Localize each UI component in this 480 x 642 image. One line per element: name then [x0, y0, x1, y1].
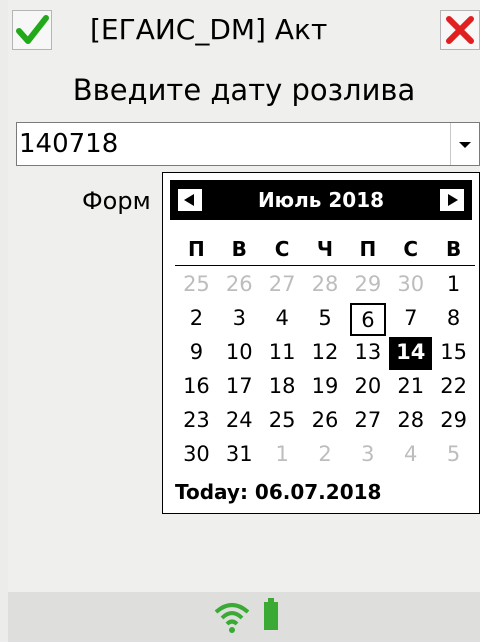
app-window: [ЕГАИС_DM] Акт Введите дату розлива 1407…: [8, 0, 480, 642]
close-button[interactable]: [440, 10, 480, 50]
calendar-day[interactable]: 3: [218, 303, 261, 336]
wifi-icon: [214, 603, 250, 633]
calendar-day[interactable]: 12: [304, 337, 347, 370]
weekday-label: Ч: [316, 237, 334, 261]
calendar-day[interactable]: 22: [432, 371, 475, 404]
calendar-day[interactable]: 30: [175, 439, 218, 472]
status-bar: [8, 592, 480, 642]
calendar-day[interactable]: 4: [261, 303, 304, 336]
calendar-day[interactable]: 26: [304, 405, 347, 438]
calendar-day[interactable]: 25: [175, 269, 218, 302]
calendar-week-row: 30 31 1 2 3 4 5: [175, 439, 475, 472]
today-link[interactable]: Today: 06.07.2018: [175, 477, 381, 507]
format-label: Форм: [82, 187, 151, 215]
battery-icon: [264, 598, 278, 630]
dropdown-arrow-button[interactable]: [450, 123, 479, 165]
calendar-day[interactable]: 2: [175, 303, 218, 336]
calendar-day[interactable]: 31: [218, 439, 261, 472]
calendar-day[interactable]: 16: [175, 371, 218, 404]
calendar-week-row: 9 10 11 12 13 14 15: [175, 337, 475, 370]
calendar-month-year[interactable]: Июль 2018: [170, 180, 472, 220]
close-icon: [446, 16, 474, 44]
weekday-header-row: ПВСЧПСВ: [175, 233, 475, 266]
checkmark-icon: [16, 15, 49, 44]
calendar-week-row: 2345678: [175, 303, 475, 336]
calendar-day[interactable]: 25: [261, 405, 304, 438]
calendar-day[interactable]: 2: [304, 439, 347, 472]
weekday-label: В: [445, 237, 462, 261]
date-prompt: Введите дату розлива: [72, 73, 416, 107]
ok-button[interactable]: [12, 10, 52, 50]
weekday-label: П: [359, 237, 377, 261]
next-month-button[interactable]: [440, 189, 464, 211]
calendar-day[interactable]: 24: [218, 405, 261, 438]
calendar-day[interactable]: 7: [389, 303, 432, 336]
calendar-day[interactable]: 18: [261, 371, 304, 404]
weekday-label: В: [231, 237, 247, 261]
date-combobox[interactable]: 140718: [16, 122, 480, 166]
calendar-day[interactable]: 5: [432, 439, 475, 472]
calendar-day[interactable]: 29: [346, 269, 389, 302]
calendar-day-selected[interactable]: 14: [389, 337, 433, 370]
calendar-day[interactable]: 23: [175, 405, 218, 438]
calendar-day[interactable]: 30: [389, 269, 432, 302]
weekday-label: С: [274, 237, 290, 261]
calendar-day[interactable]: 3: [346, 439, 389, 472]
prev-month-button[interactable]: [178, 189, 202, 211]
weekday-label: С: [403, 237, 419, 261]
calendar-day[interactable]: 10: [218, 337, 261, 370]
title-bar: [ЕГАИС_DM] Акт: [8, 0, 480, 64]
calendar-day-today[interactable]: 6: [349, 303, 386, 336]
calendar-day[interactable]: 20: [346, 371, 389, 404]
calendar-day[interactable]: 19: [304, 371, 347, 404]
window-title: [ЕГАИС_DM] Акт: [90, 13, 328, 46]
weekday-label: П: [188, 237, 205, 261]
calendar-week-row: 16 17 18 19 20 21 22: [175, 371, 475, 404]
calendar-day[interactable]: 29: [432, 405, 475, 438]
calendar-popup: Июль 2018 ПВСЧПСВ 25 26 27 28 29 30 1 2 3 4 5 6 7 8 9 1…: [162, 172, 480, 514]
calendar-week-row: 25 26 27 28 29 30 1: [175, 269, 475, 302]
calendar-day[interactable]: 9: [175, 337, 218, 370]
calendar-day[interactable]: 11: [261, 337, 304, 370]
calendar-header: Июль 2018: [170, 180, 472, 220]
calendar-day[interactable]: 27: [346, 405, 389, 438]
date-input[interactable]: 140718: [19, 127, 118, 161]
calendar-day[interactable]: 1: [261, 439, 304, 472]
calendar-day[interactable]: 1: [432, 269, 475, 302]
calendar-day[interactable]: 5: [304, 303, 347, 336]
calendar-day[interactable]: 21: [389, 371, 432, 404]
calendar-day[interactable]: 17: [218, 371, 261, 404]
calendar-week-row: 23 24 25 26 27 28 29: [175, 405, 475, 438]
calendar-day[interactable]: 15: [432, 337, 475, 370]
calendar-day[interactable]: 26: [218, 269, 261, 302]
calendar-day[interactable]: 13: [346, 337, 389, 370]
calendar-day[interactable]: 4: [389, 439, 432, 472]
calendar-day[interactable]: 8: [432, 303, 475, 336]
calendar-day[interactable]: 28: [389, 405, 432, 438]
calendar-day[interactable]: 28: [304, 269, 347, 302]
calendar-day[interactable]: 27: [261, 269, 304, 302]
